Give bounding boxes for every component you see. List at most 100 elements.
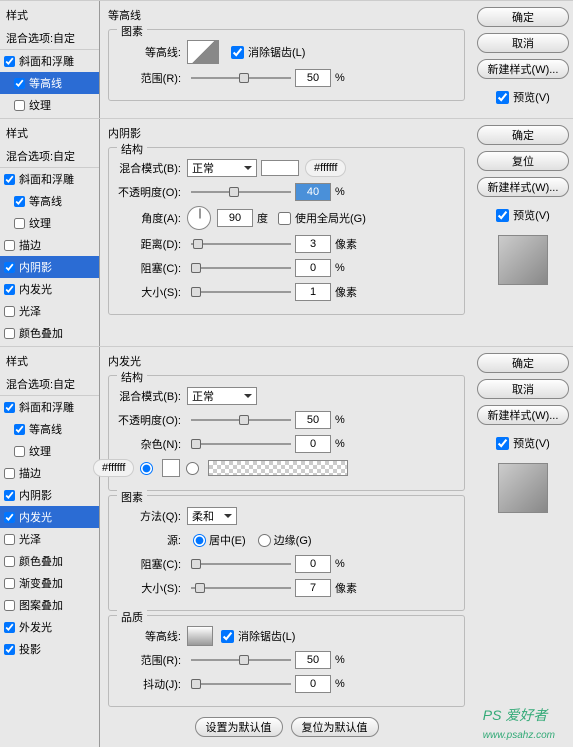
sidebar-item-color-overlay[interactable]: 颜色叠加 xyxy=(0,322,99,344)
noise-slider[interactable] xyxy=(191,438,291,450)
preview-check[interactable] xyxy=(496,437,509,450)
preview-check[interactable] xyxy=(496,91,509,104)
sidebar-item-contour[interactable]: 等高线 xyxy=(0,190,99,212)
new-style-button[interactable]: 新建样式(W)... xyxy=(477,405,569,425)
sidebar-subheader[interactable]: 混合选项:自定 xyxy=(0,27,99,50)
check-antialias[interactable] xyxy=(231,46,244,59)
sidebar-item-inner-glow[interactable]: 内发光 xyxy=(0,506,99,528)
range-value[interactable] xyxy=(295,651,331,669)
set-default-button[interactable]: 设置为默认值 xyxy=(195,717,283,737)
sidebar-item-pattern-overlay[interactable]: 图案叠加 xyxy=(0,594,99,616)
sidebar-item-texture[interactable]: 纹理 xyxy=(0,212,99,234)
sidebar-item-bevel[interactable]: 斜面和浮雕 xyxy=(0,168,99,190)
unit-percent: % xyxy=(335,72,345,84)
angle-label: 角度(A): xyxy=(117,210,187,226)
check-bevel[interactable] xyxy=(4,56,15,67)
jitter-slider[interactable] xyxy=(191,678,291,690)
cancel-button[interactable]: 取消 xyxy=(477,33,569,53)
choke-slider[interactable] xyxy=(191,262,291,274)
group-element: 图素 方法(Q): 柔和 源: 居中(E) 边缘(G) 阻塞(C): % 大小(… xyxy=(108,495,465,611)
method-dropdown[interactable]: 柔和 xyxy=(187,507,237,525)
size-slider[interactable] xyxy=(191,582,291,594)
distance-slider[interactable] xyxy=(191,238,291,250)
range-slider[interactable] xyxy=(191,654,291,666)
angle-dial[interactable] xyxy=(187,206,211,230)
distance-label: 距离(D): xyxy=(117,236,187,252)
size-slider[interactable] xyxy=(191,286,291,298)
ok-button[interactable]: 确定 xyxy=(477,7,569,27)
choke-value[interactable] xyxy=(295,555,331,573)
jitter-value[interactable] xyxy=(295,675,331,693)
sidebar-item-color-overlay[interactable]: 颜色叠加 xyxy=(0,550,99,572)
size-label: 大小(S): xyxy=(117,284,187,300)
check-contour[interactable] xyxy=(14,78,25,89)
sidebar-item-texture[interactable]: 纹理 xyxy=(0,440,99,462)
sidebar-subheader[interactable]: 混合选项:自定 xyxy=(0,145,99,168)
jitter-label: 抖动(J): xyxy=(117,676,187,692)
radio-edge[interactable] xyxy=(258,534,271,547)
sidebar-item-gradient-overlay[interactable]: 渐变叠加 xyxy=(0,572,99,594)
noise-value[interactable] xyxy=(295,435,331,453)
ok-button[interactable]: 确定 xyxy=(477,353,569,373)
sidebar-item-bevel[interactable]: 斜面和浮雕 xyxy=(0,396,99,418)
antialias-label: 消除锯齿(L) xyxy=(248,44,305,60)
sidebar-item-satin[interactable]: 光泽 xyxy=(0,300,99,322)
sidebar-item-satin[interactable]: 光泽 xyxy=(0,528,99,550)
button-column: 确定 取消 新建样式(W)... 预览(V) xyxy=(473,1,573,118)
sidebar-item-bevel[interactable]: 斜面和浮雕 xyxy=(0,50,99,72)
cancel-button[interactable]: 取消 xyxy=(477,379,569,399)
preview-check[interactable] xyxy=(496,209,509,222)
color-hex-pill: #ffffff xyxy=(305,159,346,177)
opacity-label: 不透明度(O): xyxy=(117,412,187,428)
contour-picker[interactable] xyxy=(187,626,213,646)
opacity-slider[interactable] xyxy=(191,414,291,426)
sidebar-item-inner-shadow[interactable]: 内阴影 xyxy=(0,256,99,278)
group-label: 图素 xyxy=(117,23,147,39)
noise-label: 杂色(N): xyxy=(117,436,187,452)
color-swatch[interactable] xyxy=(261,160,299,176)
check-texture[interactable] xyxy=(14,100,25,111)
distance-value[interactable] xyxy=(295,235,331,253)
blend-dropdown[interactable]: 正常 xyxy=(187,159,257,177)
range-slider[interactable] xyxy=(191,72,291,84)
color-hex-pill: #ffffff xyxy=(93,459,134,477)
new-style-button[interactable]: 新建样式(W)... xyxy=(477,177,569,197)
opacity-value[interactable] xyxy=(295,183,331,201)
sidebar-item-contour[interactable]: 等高线 xyxy=(0,418,99,440)
sidebar-subheader[interactable]: 混合选项:自定 xyxy=(0,373,99,396)
blend-label: 混合模式(B): xyxy=(117,388,187,404)
reset-button[interactable]: 复位 xyxy=(477,151,569,171)
sidebar-item-stroke[interactable]: 描边 xyxy=(0,462,99,484)
radio-color[interactable] xyxy=(140,462,153,475)
group-struct: 结构 混合模式(B): 正常 #ffffff 不透明度(O): % 角度(A):… xyxy=(108,147,465,315)
size-value[interactable] xyxy=(295,283,331,301)
contour-picker[interactable] xyxy=(187,40,219,64)
choke-value[interactable] xyxy=(295,259,331,277)
radio-center[interactable] xyxy=(193,534,206,547)
opacity-value[interactable] xyxy=(295,411,331,429)
opacity-slider[interactable] xyxy=(191,186,291,198)
check-global-light[interactable] xyxy=(278,212,291,225)
sidebar-item-drop-shadow[interactable]: 投影 xyxy=(0,638,99,660)
reset-default-button[interactable]: 复位为默认值 xyxy=(291,717,379,737)
color-swatch[interactable] xyxy=(162,459,180,477)
main-content: 内阴影 结构 混合模式(B): 正常 #ffffff 不透明度(O): % 角度… xyxy=(100,119,473,346)
gradient-picker[interactable] xyxy=(208,460,348,476)
sidebar-item-contour[interactable]: 等高线 xyxy=(0,72,99,94)
contour-label: 等高线: xyxy=(117,628,187,644)
sidebar-item-outer-glow[interactable]: 外发光 xyxy=(0,616,99,638)
sidebar-item-stroke[interactable]: 描边 xyxy=(0,234,99,256)
sidebar-item-texture[interactable]: 纹理 xyxy=(0,94,99,116)
new-style-button[interactable]: 新建样式(W)... xyxy=(477,59,569,79)
ok-button[interactable]: 确定 xyxy=(477,125,569,145)
sidebar: 样式 混合选项:自定 斜面和浮雕 等高线 纹理 描边 内阴影 内发光 光泽 颜色… xyxy=(0,347,100,747)
check-antialias[interactable] xyxy=(221,630,234,643)
blend-dropdown[interactable]: 正常 xyxy=(187,387,257,405)
radio-gradient[interactable] xyxy=(186,462,199,475)
range-value[interactable] xyxy=(295,69,331,87)
choke-slider[interactable] xyxy=(191,558,291,570)
angle-value[interactable] xyxy=(217,209,253,227)
sidebar-item-inner-glow[interactable]: 内发光 xyxy=(0,278,99,300)
size-value[interactable] xyxy=(295,579,331,597)
sidebar-item-inner-shadow[interactable]: 内阴影 xyxy=(0,484,99,506)
